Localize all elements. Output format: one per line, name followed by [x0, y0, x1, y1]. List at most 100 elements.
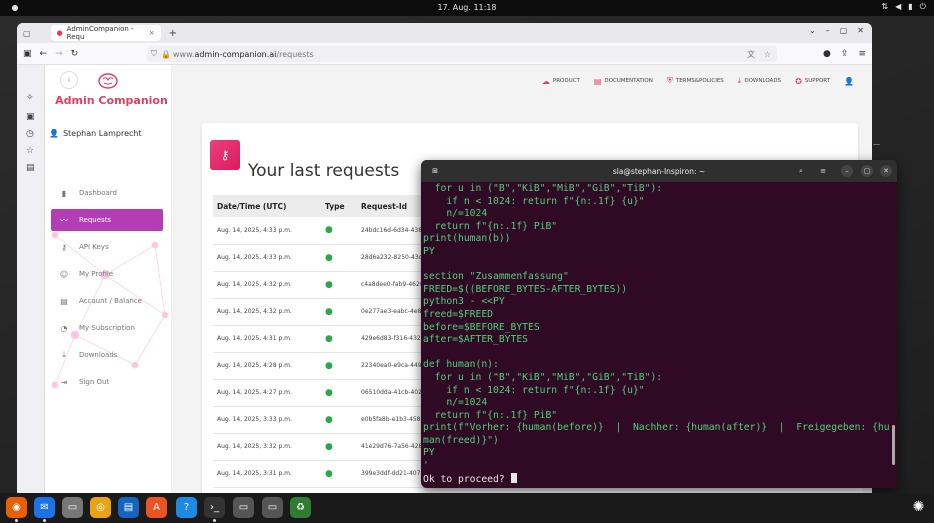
- minimize-icon[interactable]: –: [826, 26, 830, 35]
- writer-icon[interactable]: ▤: [118, 497, 139, 518]
- disk2-icon[interactable]: ▭: [262, 497, 283, 518]
- nav-downloads[interactable]: ⤓ Downloads: [51, 344, 163, 366]
- terminal-output[interactable]: for u in ("B","KiB","MiB","GiB","TiB"): …: [421, 182, 897, 486]
- menu-documentation[interactable]: ▤ DOCUMENTATION: [594, 77, 653, 86]
- favorites-icon[interactable]: ☆: [26, 146, 34, 156]
- user-info: 👤 Stephan Lamprecht: [49, 129, 142, 138]
- minimize-icon[interactable]: –: [841, 165, 853, 177]
- nav-requests[interactable]: 〰 Requests: [51, 209, 163, 231]
- tab-admin-companion[interactable]: ● AdminCompanion - Requ ×: [50, 25, 161, 41]
- files-icon[interactable]: ▭: [62, 497, 83, 518]
- appcenter-icon[interactable]: A: [146, 497, 167, 518]
- download-icon: ⤓: [737, 76, 742, 85]
- menu-support[interactable]: ✪ SUPPORT: [795, 77, 830, 86]
- nav-label: Account / Balance: [79, 297, 142, 305]
- cell-date: Aug. 14, 2025, 3:31 p.m.: [213, 460, 321, 488]
- url-domain: admin-companion.ai: [194, 49, 277, 59]
- trash-icon[interactable]: ♻: [290, 497, 311, 518]
- menu-icon[interactable]: ≡: [858, 49, 866, 59]
- type-status-icon: ●: [321, 352, 357, 380]
- terminal-icon[interactable]: ›_: [204, 497, 225, 518]
- reload-button[interactable]: ↻: [71, 49, 79, 59]
- hamburger-menu-icon[interactable]: ≡: [817, 165, 829, 177]
- terminal-line: if n < 1024: return f"{n:.1f} {u}": [423, 384, 645, 396]
- menu-terms[interactable]: ⛨ TERMS&POLICIES: [667, 76, 724, 86]
- terminal-prompt: Ok to proceed?: [423, 473, 511, 485]
- terminal-window[interactable]: ⊞ sla@stephan-Inspiron: ~ ⌕ ≡ – ▢ ✕ for …: [421, 160, 897, 488]
- info-icon[interactable]: i: [60, 71, 78, 89]
- tab-overflow-icon[interactable]: ⌄: [809, 26, 816, 35]
- ai-chat-icon[interactable]: ✧: [26, 93, 34, 103]
- reading-icon[interactable]: ▤: [26, 163, 35, 173]
- url-path: /requests: [276, 49, 314, 59]
- nav-sign-out[interactable]: ⇥ Sign Out: [51, 371, 163, 393]
- menu-product[interactable]: ☁ PRODUCT: [542, 77, 580, 86]
- type-status-icon: ●: [321, 325, 357, 353]
- cell-date: Aug. 14, 2025, 4:27 p.m.: [213, 379, 321, 407]
- account-button[interactable]: 👤: [844, 77, 854, 86]
- brand-name[interactable]: Admin Companion: [51, 94, 171, 107]
- cell-date: Aug. 14, 2025, 3:33 p.m.: [213, 406, 321, 434]
- power-icon: ⏻: [919, 2, 926, 11]
- terminal-line: print(human(b)): [423, 233, 511, 245]
- terminal-line: after=$AFTER_BYTES: [423, 334, 528, 346]
- col-type[interactable]: Type: [321, 195, 357, 217]
- close-tab-icon[interactable]: ×: [149, 29, 155, 37]
- translate-icon[interactable]: 文: [747, 49, 755, 60]
- terminal-scrollbar[interactable]: [892, 425, 895, 465]
- tab-list-icon[interactable]: ▢: [23, 29, 31, 38]
- close-icon[interactable]: ✕: [880, 165, 892, 177]
- ubuntu-logo-icon[interactable]: ✺: [908, 497, 929, 518]
- disk-icon[interactable]: ▭: [233, 497, 254, 518]
- favicon-icon: ●: [56, 29, 63, 37]
- maximize-icon[interactable]: ▢: [861, 165, 873, 177]
- terminal-line: freed=$FREED: [423, 308, 493, 320]
- forward-button[interactable]: →: [55, 49, 63, 59]
- url-bar[interactable]: ⛉ 🔒 www. admin-companion.ai/requests 文 ☆: [147, 46, 777, 62]
- nav-dashboard[interactable]: ▮ Dashboard: [51, 182, 163, 204]
- share-icon[interactable]: ⇪: [841, 49, 849, 59]
- col-date[interactable]: Date/Time (UTC): [213, 195, 321, 217]
- terminal-prompt-line[interactable]: Ok to proceed?: [423, 472, 897, 487]
- running-indicator: [43, 519, 46, 522]
- rhythmbox-icon[interactable]: ◎: [90, 497, 111, 518]
- thunderbird-icon[interactable]: ✉: [34, 497, 55, 518]
- sidebar-bookmarks-icon[interactable]: ▣: [26, 112, 35, 122]
- history-icon[interactable]: ◷: [26, 129, 34, 139]
- network-icon: ⇅: [881, 2, 889, 11]
- cell-date: Aug. 14, 2025, 4:33 p.m.: [213, 244, 321, 272]
- nav-api-keys[interactable]: ⚷ API Keys: [51, 236, 163, 258]
- clock[interactable]: 17. Aug. 11:18: [0, 3, 934, 12]
- bookmark-star-icon[interactable]: ☆: [764, 50, 771, 59]
- nav-account-balance[interactable]: ▤ Account / Balance: [51, 290, 163, 312]
- signout-icon: ⇥: [60, 377, 68, 387]
- firefox-icon[interactable]: ◉: [6, 497, 27, 518]
- close-window-icon[interactable]: ✕: [857, 26, 864, 35]
- type-status-icon: ●: [321, 433, 357, 461]
- cell-date: Aug. 14, 2025, 4:31 p.m.: [213, 325, 321, 353]
- menu-downloads[interactable]: ⤓ DOWNLOADS: [738, 76, 781, 86]
- nav-my-subscription[interactable]: ◔ My Subscription: [51, 317, 163, 339]
- back-button[interactable]: ←: [40, 49, 48, 59]
- help-icon[interactable]: ?: [176, 497, 197, 518]
- sidebar-toggle-icon[interactable]: ▣: [23, 49, 32, 59]
- doc-icon: ▤: [593, 76, 602, 86]
- terminal-titlebar[interactable]: ⊞ sla@stephan-Inspiron: ~ ⌕ ≡ – ▢ ✕: [421, 160, 897, 182]
- key-icon: ⚷: [61, 242, 67, 252]
- nav-label: My Profile: [79, 270, 114, 278]
- terminal-line: if n < 1024: return f"{n:.1f} {u}": [423, 195, 645, 207]
- browser-sidebar: ✧ ▣ ◷ ☆ ▤: [17, 65, 45, 493]
- new-tab-button[interactable]: +: [169, 28, 177, 39]
- type-status-icon: ●: [321, 217, 357, 245]
- nav-label: Dashboard: [79, 189, 117, 197]
- terminal-line: return f"{n:.1f} PiB": [423, 409, 558, 421]
- search-icon[interactable]: ⌕: [795, 165, 807, 177]
- url-prefix: www.: [173, 49, 195, 59]
- system-tray[interactable]: ⇅ ◀ ▮ ⏻: [881, 2, 926, 12]
- extension-icon[interactable]: ●: [823, 49, 831, 59]
- maximize-icon[interactable]: ▢: [840, 26, 848, 35]
- terminal-line: n/=1024: [423, 208, 488, 220]
- type-status-icon: ●: [321, 379, 357, 407]
- nav-my-profile[interactable]: ☺ My Profile: [51, 263, 163, 285]
